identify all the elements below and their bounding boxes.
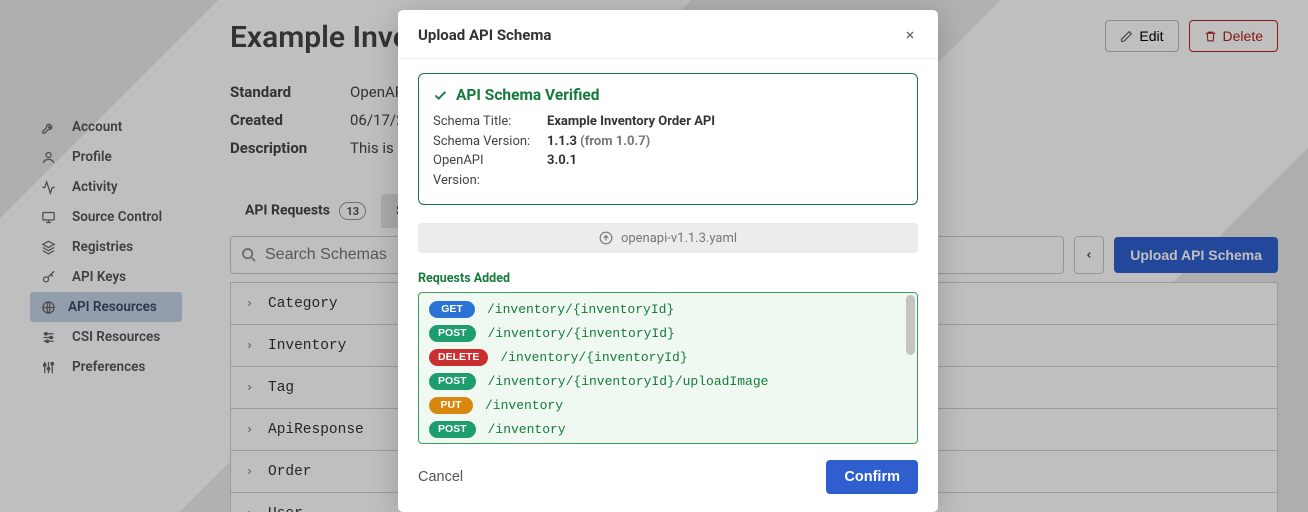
request-path: /inventory/{inventoryId}/uploadImage [488, 375, 769, 388]
method-badge-get: GET [429, 301, 475, 318]
modal-header: Upload API Schema [398, 10, 938, 59]
modal-title: Upload API Schema [418, 26, 551, 44]
uploaded-file-name: openapi-v1.1.3.yaml [621, 231, 737, 246]
request-row: PUT/inventory [429, 397, 907, 414]
request-row: POST/inventory [429, 421, 907, 438]
verified-title-text: API Schema Verified [456, 86, 600, 104]
request-path: /inventory/{inventoryId} [500, 351, 687, 364]
request-row: DELETE/inventory/{inventoryId} [429, 349, 907, 366]
verified-details: Schema Title: Example Inventory Order API… [433, 112, 903, 190]
request-row: POST/inventory/{inventoryId} [429, 325, 907, 342]
request-path: /inventory/{inventoryId} [487, 303, 674, 316]
upload-schema-modal: Upload API Schema API Schema Verified Sc… [398, 10, 938, 512]
schema-version-k: Schema Version: [433, 132, 533, 152]
openapi-version-v: 3.0.1 [547, 151, 577, 190]
openapi-version-k: OpenAPI Version: [433, 151, 533, 190]
method-badge-put: PUT [429, 397, 473, 414]
upload-icon [599, 231, 613, 245]
schema-version-from: (from 1.0.7) [580, 134, 650, 149]
close-icon[interactable] [902, 27, 918, 43]
request-path: /inventory [488, 423, 566, 436]
schema-version-v: 1.1.3 [547, 134, 577, 149]
method-badge-post: POST [429, 325, 476, 342]
method-badge-delete: DELETE [429, 349, 488, 366]
requests-added-panel: Requests Added GET/inventory/{inventoryI… [418, 271, 918, 444]
method-badge-post: POST [429, 373, 476, 390]
method-badge-post: POST [429, 421, 476, 438]
check-icon [433, 88, 448, 103]
request-path: /inventory/{inventoryId} [488, 327, 675, 340]
request-row: GET/inventory/{inventoryId} [429, 301, 907, 318]
schema-title-v: Example Inventory Order API [547, 112, 715, 132]
uploaded-file-pill[interactable]: openapi-v1.1.3.yaml [418, 223, 918, 253]
cancel-button[interactable]: Cancel [418, 469, 463, 485]
scrollbar-thumb[interactable] [906, 295, 915, 355]
verified-title: API Schema Verified [433, 86, 903, 104]
requests-added-title: Requests Added [418, 271, 918, 286]
request-row: POST/inventory/{inventoryId}/uploadImage [429, 373, 907, 390]
verified-panel: API Schema Verified Schema Title: Example… [418, 73, 918, 205]
confirm-button[interactable]: Confirm [826, 460, 918, 494]
requests-added-list[interactable]: GET/inventory/{inventoryId}POST/inventor… [418, 292, 918, 444]
modal-body: API Schema Verified Schema Title: Example… [398, 59, 938, 444]
request-path: /inventory [485, 399, 563, 412]
schema-title-k: Schema Title: [433, 112, 533, 132]
modal-footer: Cancel Confirm [398, 444, 938, 512]
